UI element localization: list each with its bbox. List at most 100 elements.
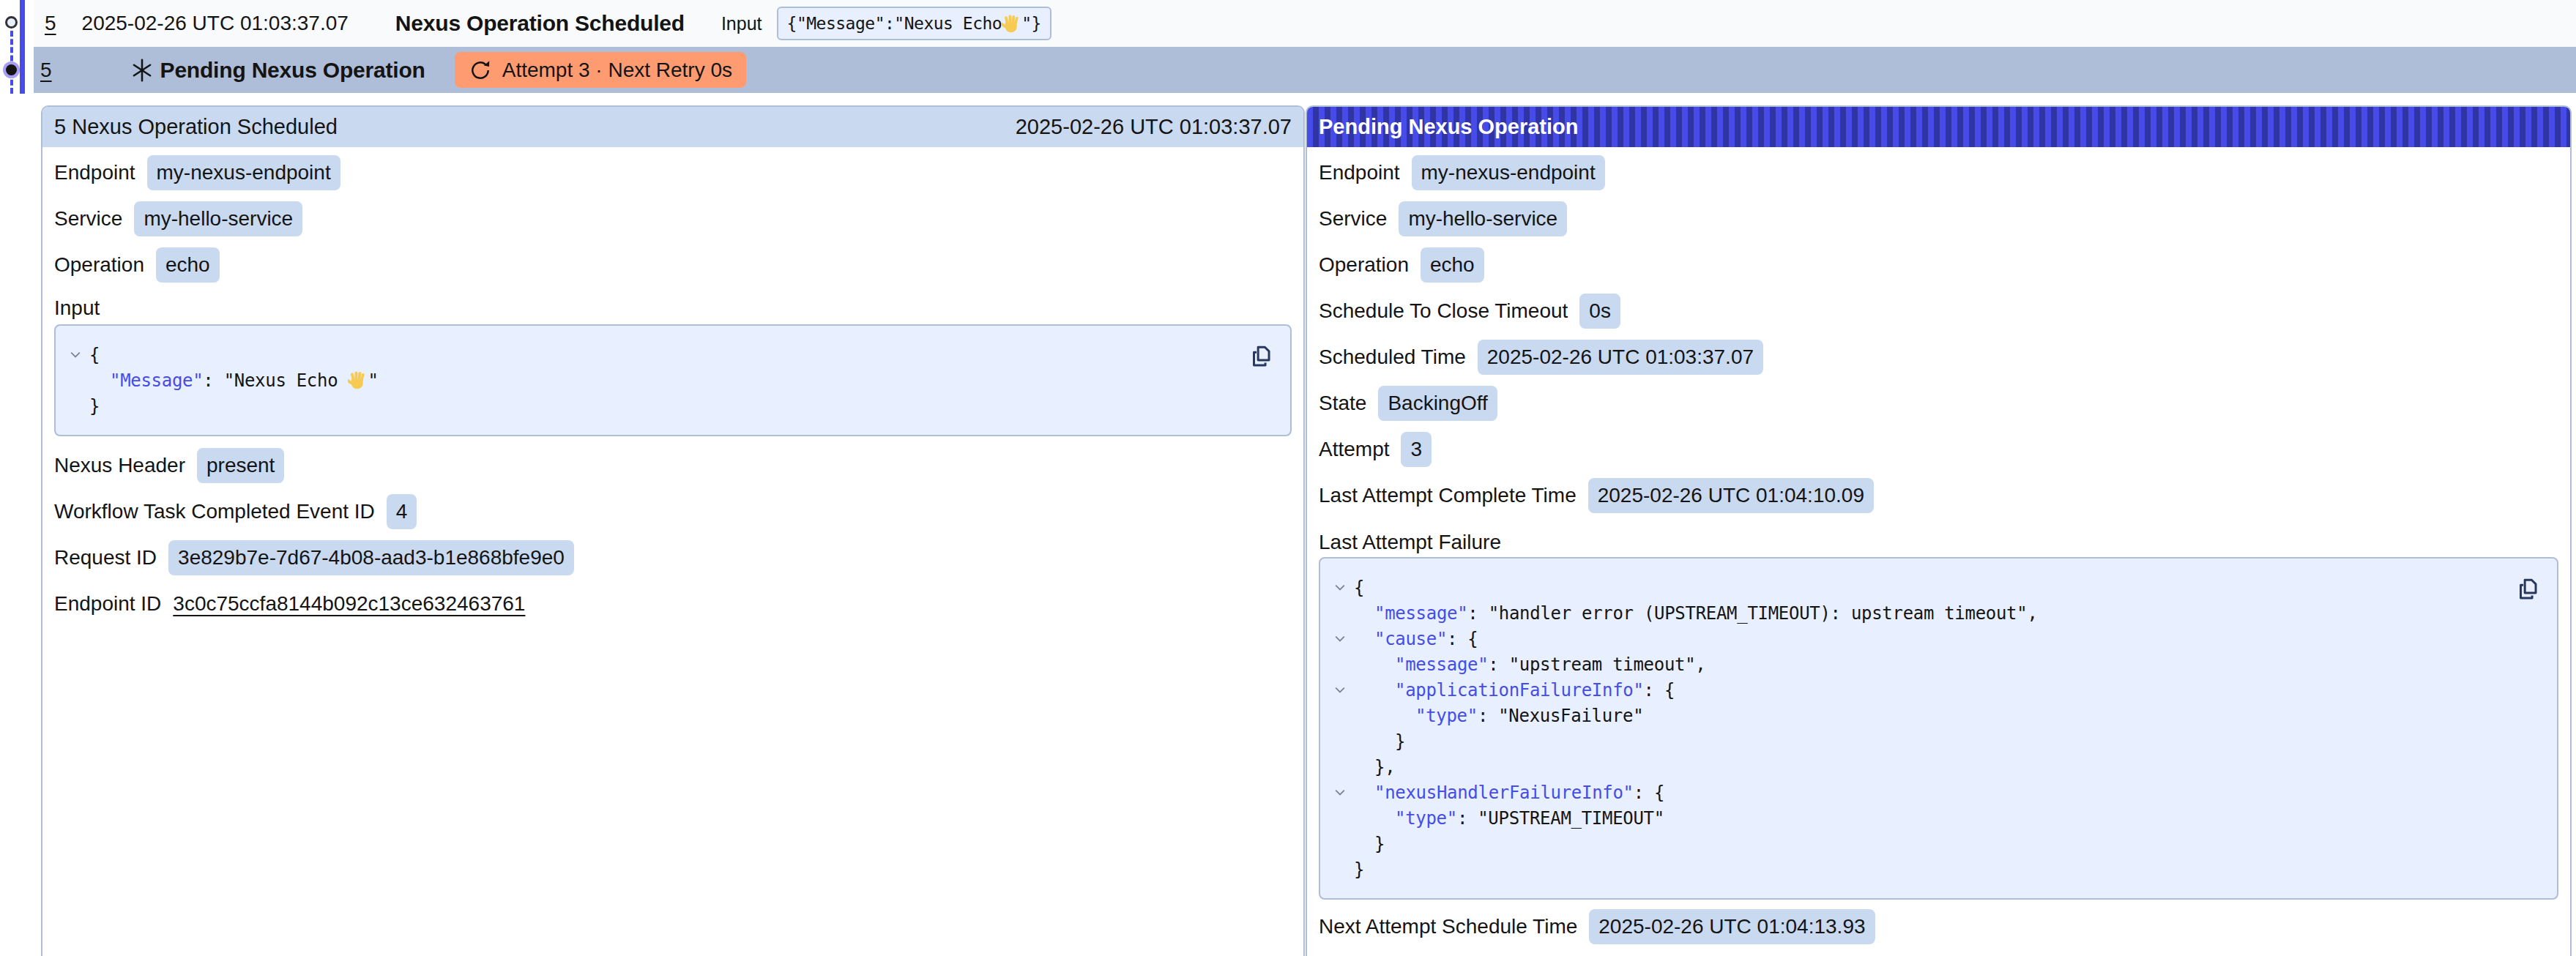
- field-row-endpoint-id: Endpoint ID 3c0c75ccfa8144b092c13ce632463…: [54, 586, 1292, 621]
- json-line: "message": "upstream timeout",: [1335, 651, 2542, 677]
- failure-json-viewer: {"message": "handler error (UPSTREAM_TIM…: [1319, 557, 2558, 900]
- json-line: {: [70, 342, 1276, 367]
- field-value-badge: my-nexus-endpoint: [1412, 155, 1605, 190]
- field-row-scheduled-time: Scheduled Time 2025-02-26 UTC 01:03:37.07: [1319, 340, 2558, 375]
- json-line: }: [70, 393, 1276, 419]
- field-value-badge: 3e829b7e-7d67-4b08-aad3-b1e868bfe9e0: [168, 540, 574, 575]
- json-line: "cause": {: [1335, 626, 2542, 651]
- field-label: Nexus Header: [54, 454, 185, 477]
- collapse-chevron-icon[interactable]: [1335, 635, 1345, 642]
- collapse-chevron-icon[interactable]: [1335, 584, 1345, 591]
- asterisk-icon: [131, 58, 153, 83]
- event-row-input-label: Input: [721, 13, 762, 34]
- field-row-nexus-header: Nexus Header present: [54, 448, 1292, 483]
- copy-input-button[interactable]: [1248, 343, 1273, 370]
- copy-failure-button[interactable]: [2514, 576, 2539, 602]
- event-id-link[interactable]: 5: [45, 12, 56, 35]
- field-label: Endpoint: [54, 161, 135, 184]
- field-value-badge: present: [197, 448, 284, 483]
- field-value-link[interactable]: 3c0c75ccfa8144b092c13ce632463761: [173, 592, 525, 616]
- field-value-badge: echo: [1421, 247, 1484, 283]
- field-row-request-id: Request ID 3e829b7e-7d67-4b08-aad3-b1e868…: [54, 540, 1292, 575]
- field-label: Endpoint: [1319, 161, 1400, 184]
- field-value-badge: my-hello-service: [134, 201, 302, 236]
- json-line: "message": "handler error (UPSTREAM_TIME…: [1335, 600, 2542, 626]
- json-line: {: [1335, 575, 2542, 600]
- field-value-badge: 0s: [1579, 294, 1620, 329]
- field-label: Request ID: [54, 546, 157, 570]
- field-row-next-attempt-schedule-time: Next Attempt Schedule Time 2025-02-26 UTC…: [1319, 909, 2558, 944]
- field-row-endpoint: Endpoint my-nexus-endpoint: [54, 155, 1292, 190]
- pending-panel-header: Pending Nexus Operation: [1307, 107, 2570, 147]
- field-row-operation: Operation echo: [1319, 247, 2558, 283]
- json-line: }: [1335, 831, 2542, 856]
- field-row-service: Service my-hello-service: [54, 201, 1292, 236]
- field-row-operation: Operation echo: [54, 247, 1292, 283]
- field-value-badge: 2025-02-26 UTC 01:03:37.07: [1478, 340, 1763, 375]
- field-row-last-attempt-complete-time: Last Attempt Complete Time 2025-02-26 UTC…: [1319, 478, 2558, 513]
- json-line: "nexusHandlerFailureInfo": {: [1335, 780, 2542, 805]
- field-label: Schedule To Close Timeout: [1319, 299, 1568, 323]
- json-line: "type": "UPSTREAM_TIMEOUT": [1335, 805, 2542, 831]
- pending-panel-title: Pending Nexus Operation: [1319, 115, 1579, 139]
- json-line: "Message": "Nexus Echo ": [70, 367, 1276, 393]
- field-label: Workflow Task Completed Event ID: [54, 500, 375, 523]
- event-row-scheduled[interactable]: 5 2025-02-26 UTC 01:03:37.07 Nexus Opera…: [34, 0, 2576, 47]
- copy-icon: [1248, 343, 1273, 370]
- field-label: Service: [54, 207, 122, 231]
- event-panel-timestamp: 2025-02-26 UTC 01:03:37.07: [1016, 115, 1292, 139]
- field-label: State: [1319, 392, 1366, 415]
- failure-section-label: Last Attempt Failure: [1319, 528, 2558, 557]
- field-label: Next Attempt Schedule Time: [1319, 915, 1577, 938]
- retry-badge-text: Attempt 3 · Next Retry 0s: [502, 59, 732, 82]
- waving-hand-emoji: [348, 370, 368, 390]
- field-row-state: State BackingOff: [1319, 386, 2558, 421]
- collapse-chevron-icon[interactable]: [1335, 687, 1345, 693]
- timeline-dashed-line: [10, 31, 13, 94]
- collapse-chevron-icon[interactable]: [70, 351, 81, 358]
- field-value-badge: BackingOff: [1378, 386, 1497, 421]
- field-label: Operation: [1319, 253, 1409, 277]
- field-value-badge: my-hello-service: [1399, 201, 1567, 236]
- json-line: "applicationFailureInfo": {: [1335, 677, 2542, 703]
- json-line: }: [1335, 728, 2542, 754]
- field-value-badge: 4: [387, 494, 417, 529]
- event-row-timestamp: 2025-02-26 UTC 01:03:37.07: [82, 12, 349, 35]
- pending-operation-panel: Pending Nexus Operation Endpoint my-nexus…: [1306, 105, 2572, 956]
- field-label: Operation: [54, 253, 144, 277]
- input-section-label: Input: [54, 294, 1292, 323]
- field-value-badge: echo: [156, 247, 220, 283]
- field-label: Scheduled Time: [1319, 346, 1466, 369]
- field-value-badge: my-nexus-endpoint: [147, 155, 340, 190]
- field-value-badge: 2025-02-26 UTC 01:04:13.93: [1589, 909, 1875, 944]
- field-value-badge: 2025-02-26 UTC 01:04:10.09: [1588, 478, 1874, 513]
- event-row-title: Nexus Operation Scheduled: [395, 11, 685, 36]
- field-label: Last Attempt Complete Time: [1319, 484, 1577, 507]
- field-row-endpoint: Endpoint my-nexus-endpoint: [1319, 155, 2558, 190]
- field-row-service: Service my-hello-service: [1319, 201, 2558, 236]
- retry-icon: [469, 59, 492, 82]
- field-label: Endpoint ID: [54, 592, 161, 616]
- collapse-chevron-icon[interactable]: [1335, 789, 1345, 796]
- field-label: Attempt: [1319, 438, 1389, 461]
- copy-icon: [2514, 576, 2539, 602]
- json-line: },: [1335, 754, 2542, 780]
- retry-status-badge: Attempt 3 · Next Retry 0s: [455, 52, 746, 88]
- field-value-badge: 3: [1401, 432, 1432, 467]
- event-history-view: 5 2025-02-26 UTC 01:03:37.07 Nexus Opera…: [0, 0, 2576, 956]
- timeline-node-active-dot[interactable]: [6, 64, 17, 75]
- pending-operation-row[interactable]: 5 Pending Nexus Operation Attempt 3 · Ne…: [34, 47, 2576, 93]
- json-line: }: [1335, 856, 2542, 882]
- input-json-viewer: {"Message": "Nexus Echo "}: [54, 324, 1292, 436]
- timeline-rail-bar: [20, 0, 25, 94]
- field-label: Service: [1319, 207, 1387, 231]
- field-row-workflow-task-completed-event-id: Workflow Task Completed Event ID 4: [54, 494, 1292, 529]
- event-row-input-preview-badge: {"Message":"Nexus Echo "}: [777, 7, 1051, 40]
- waving-hand-emoji: [1002, 14, 1021, 34]
- field-row-attempt: Attempt 3: [1319, 432, 2558, 467]
- pending-row-title: Pending Nexus Operation: [160, 58, 425, 83]
- timeline-node-open-circle[interactable]: [5, 16, 18, 29]
- event-detail-panel: 5 Nexus Operation Scheduled 2025-02-26 U…: [41, 105, 1305, 956]
- pending-row-id-link[interactable]: 5: [40, 59, 52, 82]
- event-panel-header: 5 Nexus Operation Scheduled 2025-02-26 U…: [42, 107, 1303, 147]
